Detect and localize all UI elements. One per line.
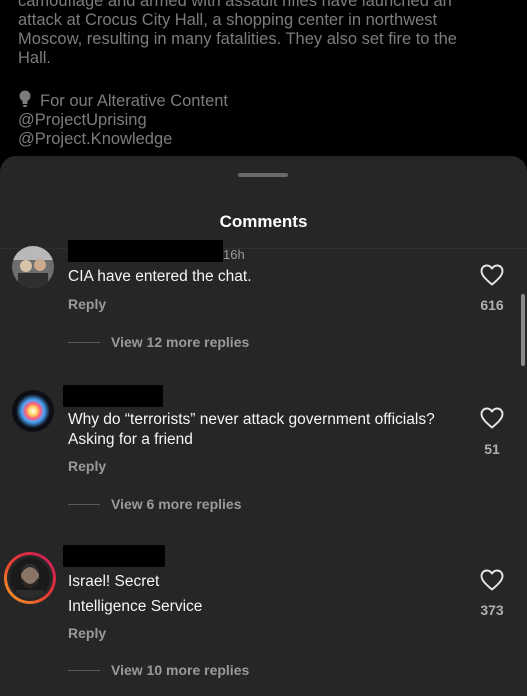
alt-content-label: For our Alterative Content <box>40 92 229 110</box>
view-more-replies-label: View 6 more replies <box>111 496 242 512</box>
divider <box>68 669 100 671</box>
comments-title: Comments <box>219 212 308 231</box>
comment-time: 16h <box>223 247 245 262</box>
comment-text: CIA have entered the chat. <box>68 268 252 285</box>
caption-alt-content: For our Alterative Content <box>18 88 513 111</box>
reply-button[interactable]: Reply <box>68 296 106 312</box>
like-count: 373 <box>480 602 504 618</box>
mention-link[interactable]: @ProjectUprising <box>18 111 513 130</box>
caption-line: camouflage and armed with assault rifles… <box>18 0 452 10</box>
avatar[interactable] <box>12 246 54 288</box>
view-more-replies-label: View 12 more replies <box>111 334 250 350</box>
view-more-replies-label: View 10 more replies <box>111 662 250 678</box>
comment-text: Intelligence Service <box>68 598 203 615</box>
heart-icon[interactable] <box>480 264 504 286</box>
like-count: 616 <box>480 297 504 313</box>
username-redacted <box>63 545 165 567</box>
reply-button[interactable]: Reply <box>68 625 106 641</box>
heart-icon[interactable] <box>480 407 504 429</box>
lightbulb-icon <box>18 90 32 113</box>
view-more-replies-button[interactable]: View 10 more replies <box>68 662 249 678</box>
drag-handle[interactable] <box>238 173 288 177</box>
username-redacted <box>63 385 163 407</box>
mention-link[interactable]: @Project.Knowledge <box>18 130 513 149</box>
reply-button[interactable]: Reply <box>68 458 106 474</box>
avatar <box>10 558 50 598</box>
story-ring[interactable] <box>4 552 56 604</box>
like-count: 51 <box>484 441 500 457</box>
caption-line: attack at Crocus City Hall, a shopping c… <box>18 11 438 29</box>
scrollbar[interactable] <box>521 294 525 366</box>
caption-line: Hall. <box>18 49 52 67</box>
view-more-replies-button[interactable]: View 12 more replies <box>68 334 249 350</box>
post-caption: camouflage and armed with assault rifles… <box>18 0 513 149</box>
caption-line: Moscow, resulting in many fatalities. Th… <box>18 30 457 48</box>
comment-text: Israel! Secret <box>68 573 160 590</box>
view-more-replies-button[interactable]: View 6 more replies <box>68 496 241 512</box>
divider <box>68 341 100 343</box>
heart-icon[interactable] <box>480 569 504 591</box>
comments-sheet: Comments 16h CIA have entered the chat. … <box>0 156 527 696</box>
username-redacted <box>68 240 223 262</box>
divider <box>68 503 100 505</box>
avatar[interactable] <box>12 390 54 432</box>
comment-text: Why do “terrorists” never attack governm… <box>68 411 435 448</box>
